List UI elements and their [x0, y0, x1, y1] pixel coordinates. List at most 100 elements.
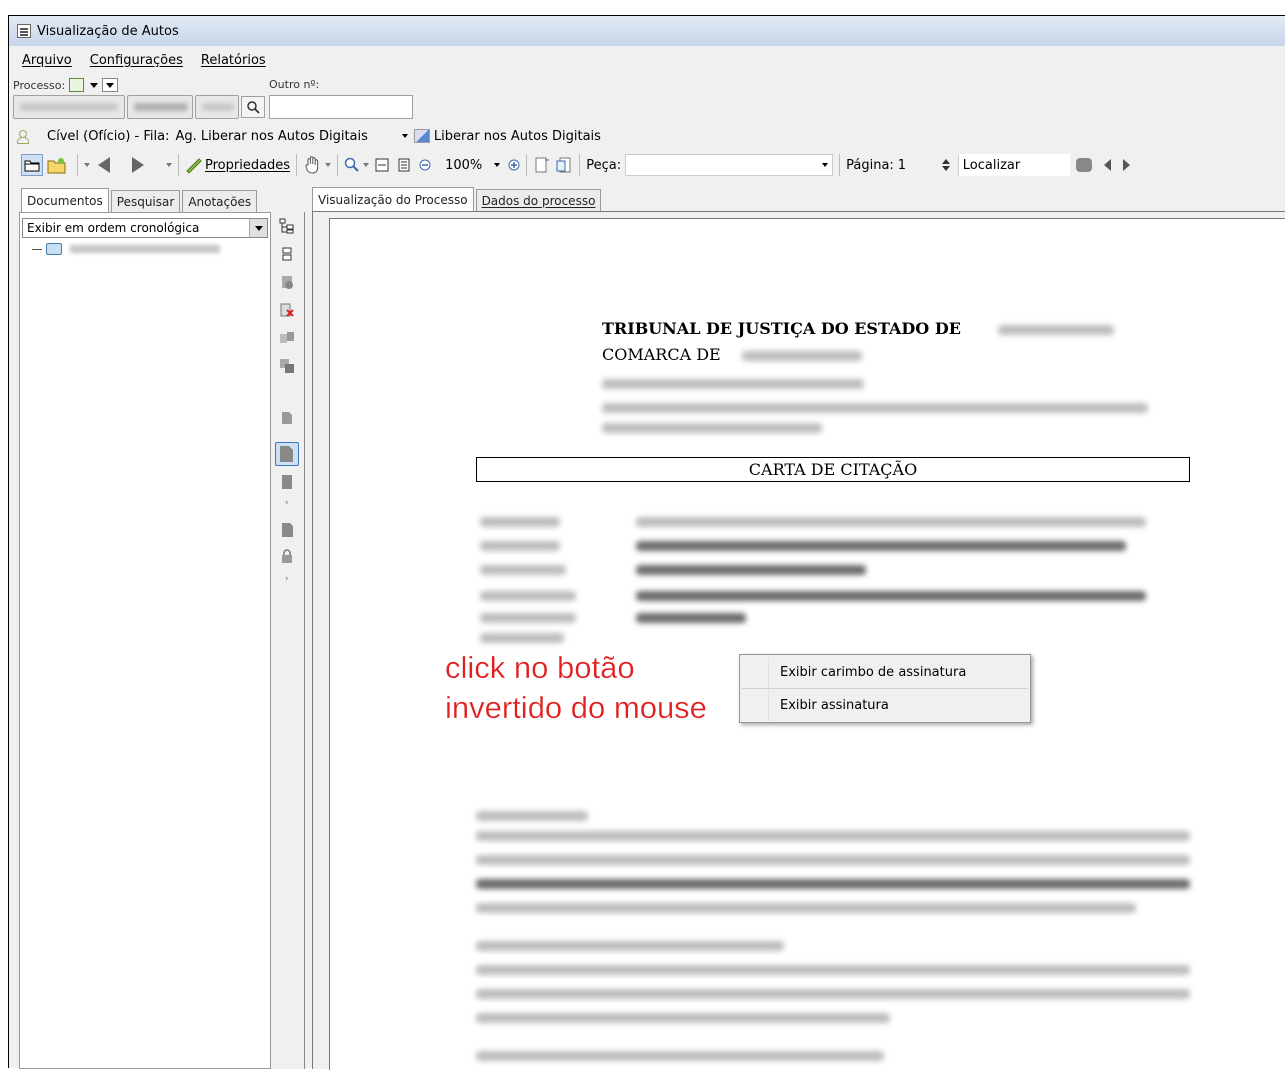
fit-width-icon[interactable]: [375, 158, 389, 172]
process-search-button[interactable]: [241, 96, 265, 118]
page-rotate-icon[interactable]: [533, 156, 551, 174]
queue-area-label: Cível (Ofício) - Fila:: [47, 128, 170, 144]
document-tools-strip: › ›: [271, 212, 305, 1069]
process-number-field-2[interactable]: [127, 95, 193, 119]
doc-pages-toggle[interactable]: [275, 442, 299, 466]
document-page[interactable]: TRIBUNAL DE JUSTIÇA DO ESTADO DE COMARCA…: [329, 218, 1285, 1070]
annotation-line-1: click no botão: [445, 650, 635, 685]
chevron-down-icon: [254, 225, 263, 231]
hand-dropdown-icon[interactable]: [325, 163, 332, 167]
order-dropdown-button[interactable]: [249, 219, 267, 237]
doc-merge-icon[interactable]: [279, 358, 295, 374]
open-folder-alt-button[interactable]: [47, 153, 67, 177]
tab-dados-processo[interactable]: Dados do processo: [475, 189, 602, 211]
properties-button[interactable]: Propriedades: [205, 158, 290, 173]
zoom-in-icon[interactable]: [508, 159, 520, 171]
forward-dropdown-icon[interactable]: [166, 163, 172, 167]
binoculars-icon[interactable]: [1075, 158, 1092, 172]
find-previous-icon[interactable]: [1103, 159, 1111, 171]
menu-relatorios[interactable]: Relatórios: [201, 53, 266, 68]
documents-panel: Exibir em ordem cronológica: [19, 212, 271, 1069]
chevron-down-icon: [106, 82, 115, 88]
folder-icon: [24, 160, 40, 172]
instruction-annotation: click no botão invertido do mouse: [445, 648, 707, 728]
doc-export-icon[interactable]: [279, 522, 295, 538]
other-number-label: Outro nº:: [269, 78, 320, 91]
menu-item-show-signature[interactable]: Exibir assinatura: [780, 694, 889, 716]
hand-icon[interactable]: [303, 155, 323, 175]
app-window: Visualização de Autos Arquivo Configuraç…: [8, 15, 1285, 1070]
window-title: Visualização de Autos: [37, 23, 179, 39]
page-input[interactable]: 1: [894, 154, 934, 176]
order-select[interactable]: Exibir em ordem cronológica: [22, 218, 268, 238]
open-folder-button[interactable]: [21, 154, 43, 176]
doc-pages-icon: [280, 446, 293, 462]
doc-remove-icon[interactable]: [279, 302, 295, 318]
people-icon: [17, 129, 31, 144]
zoom-out-icon[interactable]: [419, 159, 431, 171]
zoom-level-dropdown-icon[interactable]: [494, 163, 501, 167]
tab-pesquisar[interactable]: Pesquisar: [110, 190, 181, 212]
gear-icon: [413, 129, 430, 143]
page-copy-icon[interactable]: [555, 156, 573, 174]
fit-page-icon[interactable]: [397, 158, 411, 172]
piece-select[interactable]: [625, 154, 834, 176]
page-label: Página:: [846, 157, 894, 173]
tree-expand-icon[interactable]: [279, 218, 295, 234]
process-number-field-3[interactable]: [195, 95, 239, 119]
process-row: Processo:: [13, 76, 119, 94]
app-icon: [17, 24, 31, 38]
blurred-comarca: [742, 351, 862, 361]
menu-arquivo[interactable]: Arquivo: [22, 53, 72, 68]
piece-label: Peça:: [586, 157, 622, 173]
back-dropdown-icon[interactable]: [84, 163, 90, 167]
carta-title: CARTA DE CITAÇÃO: [476, 457, 1190, 482]
left-tabs: Documentos Pesquisar Anotações: [21, 188, 258, 212]
process-type-dropdown-icon[interactable]: [90, 82, 99, 88]
menu-bar: Arquivo Configurações Relatórios: [9, 49, 266, 71]
folder-icon: [46, 243, 62, 255]
queue-select[interactable]: Ag. Liberar nos Autos Digitais: [175, 129, 367, 144]
menu-item-show-signature-stamp[interactable]: Exibir carimbo de assinatura: [780, 661, 966, 683]
tab-documentos[interactable]: Documentos: [21, 188, 109, 212]
release-action-button[interactable]: Liberar nos Autos Digitais: [434, 129, 601, 144]
doc-copy-icon[interactable]: [279, 330, 295, 346]
process-type-icon[interactable]: [69, 78, 85, 92]
court-header: TRIBUNAL DE JUSTIÇA DO ESTADO DE: [602, 319, 961, 338]
process-history-dropdown[interactable]: [102, 78, 119, 92]
main-toolbar: Propriedades 100% Peça: Página: 1 Locali…: [9, 150, 1285, 180]
doc-stamp-icon[interactable]: [279, 274, 295, 290]
lock-icon[interactable]: [279, 548, 295, 564]
doc-page-icon[interactable]: [279, 410, 295, 426]
title-bar: Visualização de Autos: [9, 16, 1285, 46]
process-number-field-1[interactable]: [13, 95, 125, 119]
search-icon: [247, 101, 260, 114]
doc-single-icon[interactable]: [279, 474, 295, 490]
carta-title-text: CARTA DE CITAÇÃO: [748, 460, 918, 479]
piece-dropdown-icon: [822, 163, 829, 167]
tree-root-item[interactable]: [32, 243, 220, 255]
right-tabs: Visualização do Processo Dados do proces…: [312, 187, 602, 211]
expand-arrow-icon[interactable]: ›: [285, 498, 289, 508]
zoom-value[interactable]: 100%: [445, 158, 482, 173]
context-menu: Exibir carimbo de assinatura Exibir assi…: [739, 654, 1031, 723]
zoom-dropdown-icon[interactable]: [363, 163, 370, 167]
zoom-icon[interactable]: [344, 157, 360, 173]
other-number-input[interactable]: [269, 95, 413, 119]
menu-configuracoes[interactable]: Configurações: [90, 53, 183, 68]
find-input[interactable]: Localizar: [957, 154, 1070, 176]
order-value: Exibir em ordem cronológica: [27, 221, 200, 235]
folder-star-icon: [47, 158, 66, 174]
page-spinner[interactable]: [941, 159, 950, 171]
tree-root-label: [70, 245, 220, 253]
next-arrow-icon[interactable]: [132, 157, 144, 173]
tab-anotacoes[interactable]: Anotações: [182, 190, 258, 212]
pen-icon: [186, 158, 202, 173]
find-next-icon[interactable]: [1122, 159, 1130, 171]
comarca-line: COMARCA DE: [602, 345, 721, 364]
tree-collapse-icon[interactable]: [279, 246, 295, 262]
expand-arrow-icon-2[interactable]: ›: [285, 574, 289, 584]
tab-visualizacao[interactable]: Visualização do Processo: [312, 187, 474, 211]
queue-dropdown-icon[interactable]: [401, 134, 408, 138]
previous-arrow-icon[interactable]: [98, 157, 110, 173]
